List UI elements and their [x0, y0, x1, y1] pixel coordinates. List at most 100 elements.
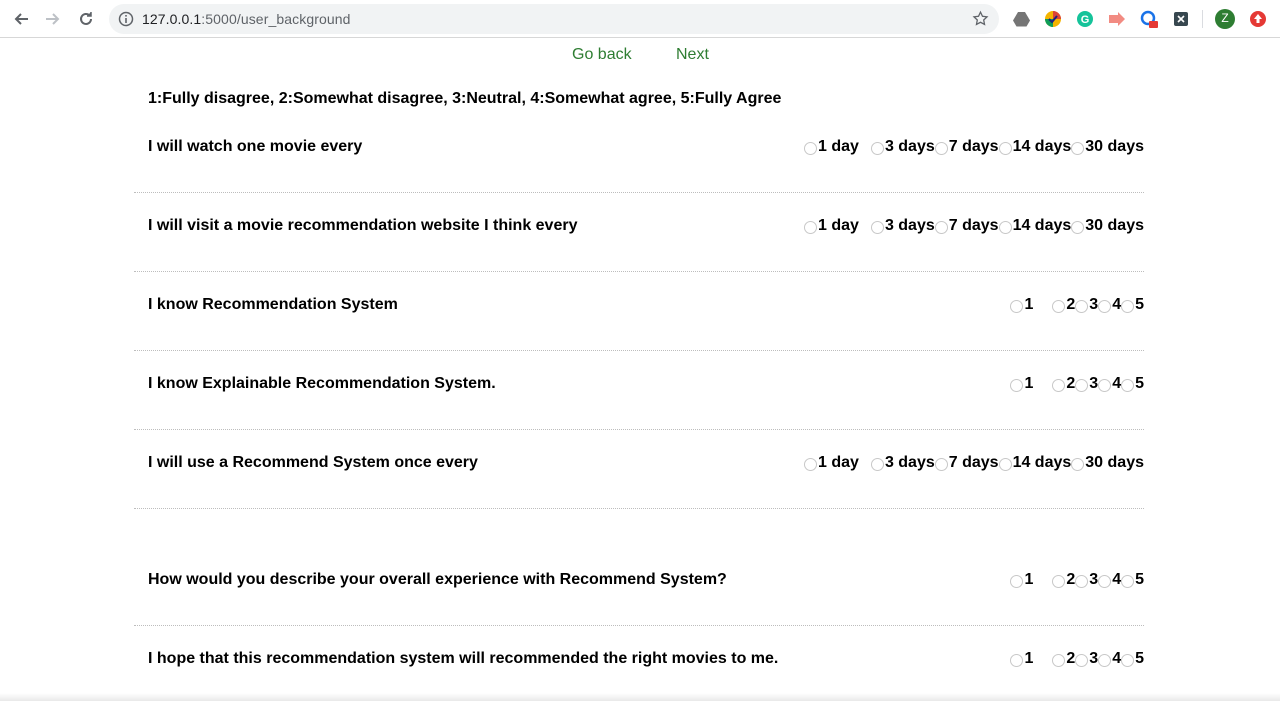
answer-options: 1 day 3 days 7 days 14 days 30 days	[804, 138, 1144, 156]
answer-option[interactable]: 2	[1052, 650, 1075, 668]
radio-button[interactable]	[998, 458, 1012, 471]
answer-option[interactable]: 4	[1098, 375, 1121, 393]
radio-button[interactable]	[1010, 575, 1024, 588]
answer-option[interactable]: 3	[1075, 650, 1098, 668]
profile-avatar[interactable]: Z	[1214, 8, 1236, 30]
radio-button[interactable]	[934, 142, 948, 155]
radio-button[interactable]	[1121, 575, 1135, 588]
answer-option[interactable]: 14 days	[998, 454, 1072, 472]
radio-button[interactable]	[1098, 575, 1112, 588]
radio-button[interactable]	[1010, 654, 1024, 667]
option-label: 5	[1135, 296, 1144, 313]
arrow-extension-icon[interactable]	[1108, 10, 1126, 28]
option-label: 30 days	[1085, 454, 1144, 471]
next-link[interactable]: Next	[676, 46, 709, 64]
answer-option[interactable]: 3 days	[870, 138, 935, 156]
radio-button[interactable]	[1071, 458, 1085, 471]
radio-button[interactable]	[1075, 575, 1089, 588]
search-extension-icon[interactable]	[1140, 10, 1158, 28]
answer-option[interactable]: 3	[1075, 296, 1098, 314]
option-label: 14 days	[1012, 454, 1072, 471]
option-label: 4	[1112, 375, 1122, 392]
radio-button[interactable]	[804, 142, 818, 155]
radio-button[interactable]	[1098, 379, 1112, 392]
answer-option[interactable]: 1	[1010, 650, 1033, 668]
radio-button[interactable]	[1052, 379, 1066, 392]
answer-option[interactable]: 3 days	[870, 454, 935, 472]
answer-options: 1 day 3 days 7 days 14 days 30 days	[804, 454, 1144, 472]
answer-option[interactable]: 5	[1121, 650, 1144, 668]
option-label: 3	[1089, 296, 1099, 313]
forward-arrow-icon[interactable]	[43, 9, 63, 29]
answer-option[interactable]: 30 days	[1071, 138, 1144, 156]
info-icon[interactable]	[118, 11, 134, 32]
radio-button[interactable]	[1075, 379, 1089, 392]
radio-button[interactable]	[1098, 654, 1112, 667]
answer-option[interactable]: 1 day	[804, 217, 859, 235]
radio-button[interactable]	[1121, 654, 1135, 667]
radio-button[interactable]	[870, 221, 884, 234]
menu-extension-icon[interactable]	[1249, 10, 1267, 28]
answer-option[interactable]: 5	[1121, 296, 1144, 314]
radio-button[interactable]	[1121, 379, 1135, 392]
reload-icon[interactable]	[76, 9, 96, 29]
answer-option[interactable]: 4	[1098, 650, 1121, 668]
answer-option[interactable]: 1	[1010, 571, 1033, 589]
drive-extension-icon[interactable]	[1012, 10, 1030, 28]
radio-button[interactable]	[1071, 221, 1085, 234]
row-divider	[134, 271, 1144, 272]
radio-button[interactable]	[1052, 575, 1066, 588]
radio-button[interactable]	[998, 142, 1012, 155]
answer-option[interactable]: 3 days	[870, 217, 935, 235]
answer-option[interactable]: 30 days	[1071, 217, 1144, 235]
answer-option[interactable]: 1	[1010, 296, 1033, 314]
answer-option[interactable]: 4	[1098, 296, 1121, 314]
answer-option[interactable]: 2	[1052, 571, 1075, 589]
radio-button[interactable]	[934, 221, 948, 234]
answer-option[interactable]: 2	[1052, 375, 1075, 393]
option-label: 14 days	[1012, 217, 1072, 234]
bookmark-star-icon[interactable]	[972, 10, 989, 32]
pocket-extension-icon[interactable]	[1044, 10, 1062, 28]
answer-option[interactable]: 7 days	[934, 454, 999, 472]
option-label: 2	[1066, 571, 1076, 588]
answer-option[interactable]: 30 days	[1071, 454, 1144, 472]
answer-option[interactable]: 7 days	[934, 138, 999, 156]
answer-option[interactable]: 3	[1075, 375, 1098, 393]
radio-button[interactable]	[804, 458, 818, 471]
radio-button[interactable]	[1052, 654, 1066, 667]
answer-option[interactable]: 14 days	[998, 138, 1071, 156]
radio-button[interactable]	[1075, 300, 1089, 313]
row-divider	[134, 350, 1144, 351]
answer-option[interactable]: 7 days	[934, 217, 999, 235]
radio-button[interactable]	[870, 458, 884, 471]
radio-button[interactable]	[1071, 142, 1085, 155]
radio-button[interactable]	[1010, 300, 1024, 313]
answer-option[interactable]: 2	[1052, 296, 1075, 314]
answer-option[interactable]: 1 day	[804, 138, 859, 156]
radio-button[interactable]	[1075, 654, 1089, 667]
answer-option[interactable]: 1	[1010, 375, 1033, 393]
radio-button[interactable]	[870, 142, 884, 155]
radio-button[interactable]	[1010, 379, 1024, 392]
answer-option[interactable]: 4	[1098, 571, 1121, 589]
answer-option[interactable]: 14 days	[998, 217, 1072, 235]
address-bar[interactable]: 127.0.0.1:5000/user_background	[109, 4, 999, 34]
x-extension-icon[interactable]	[1172, 10, 1190, 28]
question-text: How would you describe your overall expe…	[148, 571, 727, 588]
radio-button[interactable]	[1052, 300, 1066, 313]
grammarly-extension-icon[interactable]: G	[1076, 10, 1094, 28]
profile-initial: Z	[1221, 11, 1229, 25]
option-label: 7 days	[948, 138, 999, 155]
radio-button[interactable]	[804, 221, 818, 234]
back-arrow-icon[interactable]	[11, 9, 31, 29]
answer-option[interactable]: 3	[1075, 571, 1098, 589]
radio-button[interactable]	[1098, 300, 1112, 313]
answer-option[interactable]: 5	[1121, 571, 1144, 589]
radio-button[interactable]	[998, 221, 1012, 234]
radio-button[interactable]	[934, 458, 948, 471]
answer-option[interactable]: 5	[1121, 375, 1144, 393]
answer-option[interactable]: 1 day	[804, 454, 859, 472]
go-back-link[interactable]: Go back	[572, 46, 632, 64]
radio-button[interactable]	[1121, 300, 1135, 313]
